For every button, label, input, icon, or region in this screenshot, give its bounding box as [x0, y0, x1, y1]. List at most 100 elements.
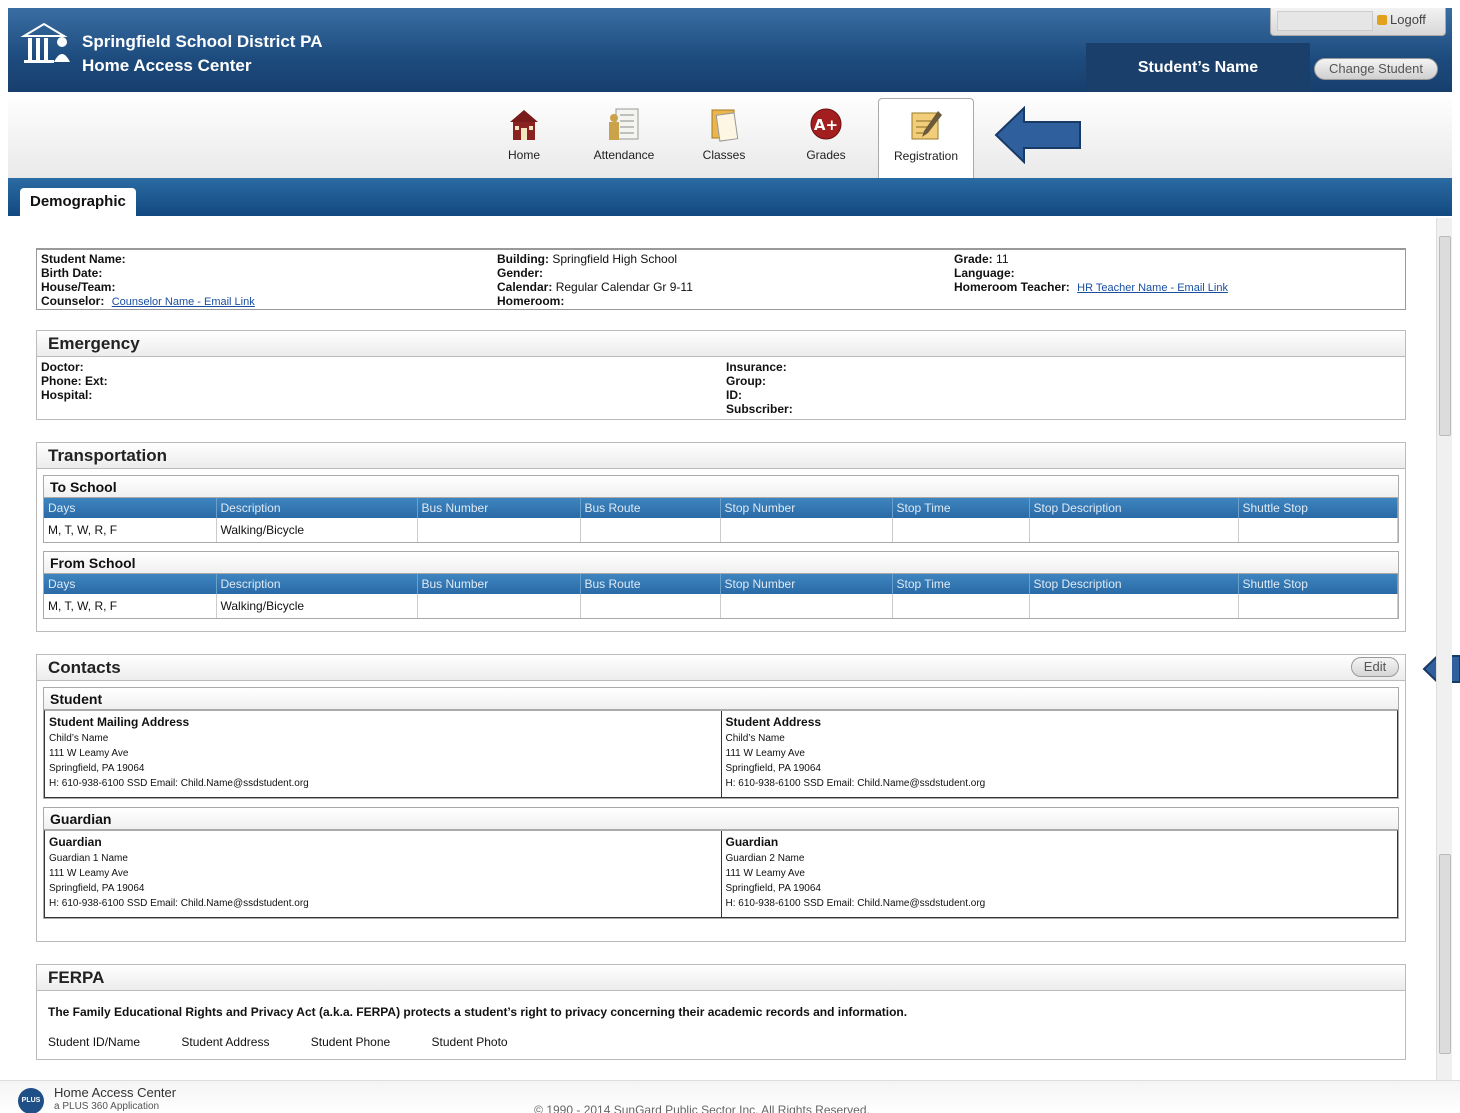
demographic-col-3: Grade: 11 Language: Homeroom Teacher: HR…	[954, 252, 1228, 295]
hr-teacher-email-link[interactable]: HR Teacher Name - Email Link	[1077, 282, 1228, 294]
cell-stop-number	[720, 518, 893, 542]
cell-bus-number	[417, 518, 581, 542]
address-contact: H: 610-938-6100 SSD Email: Child.Name@ss…	[49, 778, 309, 789]
address-street: 111 W Leamy Ave	[49, 868, 129, 879]
calendar-label: Calendar:	[497, 280, 553, 294]
col-bus-route: Bus Route	[580, 574, 721, 594]
to-school-section: To School Days Description Bus Number Bu…	[43, 475, 1399, 543]
logoff-label: Logoff	[1390, 12, 1426, 27]
change-student-button[interactable]: Change Student	[1314, 58, 1438, 80]
address-contact: H: 610-938-6100 SSD Email: Child.Name@ss…	[49, 898, 309, 909]
footer-app-name: Home Access Center	[54, 1085, 177, 1100]
cell-days: M, T, W, R, F	[44, 518, 217, 542]
table-header-row: Days Description Bus Number Bus Route St…	[44, 498, 1398, 518]
user-field	[1277, 11, 1373, 31]
copyright: © 1990 - 2014 SunGard Public Sector Inc.…	[534, 1103, 870, 1113]
table-row: M, T, W, R, F Walking/Bicycle	[44, 518, 1398, 542]
nav-home[interactable]: Home	[476, 98, 572, 170]
student-name: Student’s Name	[1086, 43, 1310, 92]
cell-shuttle-stop	[1238, 518, 1398, 542]
col-stop-description: Stop Description	[1029, 574, 1239, 594]
contacts-panel: Contacts Edit Student Student Mailing Ad…	[36, 654, 1406, 942]
ferpa-description: The Family Educational Rights and Privac…	[48, 1005, 908, 1019]
col-bus-route: Bus Route	[580, 498, 721, 518]
from-school-table: Days Description Bus Number Bus Route St…	[44, 574, 1398, 618]
gender-label: Gender:	[497, 266, 544, 280]
address-name: Guardian 1 Name	[49, 853, 128, 864]
nav-grades[interactable]: A+ Grades	[778, 98, 874, 170]
col-shuttle-stop: Shuttle Stop	[1238, 498, 1398, 518]
nav-grades-label: Grades	[806, 148, 846, 162]
ferpa-item-phone: Student Phone	[310, 1035, 391, 1049]
building-value: Springfield High School	[552, 252, 678, 266]
nav-registration[interactable]: Registration	[878, 98, 974, 178]
attendance-icon	[606, 106, 642, 142]
contacts-title: Contacts	[37, 655, 1405, 681]
address-contact: H: 610-938-6100 SSD Email: Child.Name@ss…	[725, 778, 986, 789]
edit-contacts-button[interactable]: Edit	[1351, 657, 1399, 677]
registration-icon	[908, 107, 944, 143]
main-content: Student Name: Birth Date: House/Team: Co…	[8, 218, 1436, 1080]
student-contacts-section: Student Student Mailing Address Child’s …	[43, 687, 1399, 799]
col-description: Description	[216, 498, 418, 518]
tab-bar: Demographic	[8, 178, 1452, 216]
scrollbar-thumb[interactable]	[1439, 854, 1451, 1054]
cell-stop-description	[1029, 518, 1239, 542]
transportation-title: Transportation	[37, 443, 1405, 469]
cell-days: M, T, W, R, F	[44, 594, 217, 618]
cell-stop-time	[892, 518, 1030, 542]
cell-stop-number	[720, 594, 893, 618]
tab-demographic[interactable]: Demographic	[20, 188, 136, 216]
demographic-col-2: Building: Springfield High School Gender…	[497, 252, 693, 308]
address-city: Springfield, PA 19064	[725, 883, 821, 894]
transportation-panel: Transportation To School Days Descriptio…	[36, 442, 1406, 632]
demographic-summary: Student Name: Birth Date: House/Team: Co…	[36, 248, 1406, 310]
building-label: Building:	[497, 252, 549, 266]
subscriber-label: Subscriber:	[726, 402, 793, 416]
col-stop-time: Stop Time	[892, 498, 1030, 518]
ferpa-items: Student ID/Name Student Address Student …	[48, 1035, 508, 1049]
col-bus-number: Bus Number	[417, 574, 581, 594]
house-team-label: House/Team:	[41, 280, 116, 294]
from-school-title: From School	[44, 552, 1398, 574]
from-school-section: From School Days Description Bus Number …	[43, 551, 1399, 619]
address-street: 111 W Leamy Ave	[725, 748, 806, 759]
col-stop-number: Stop Number	[720, 498, 893, 518]
emergency-col-1: Doctor: Phone: Ext: Hospital:	[41, 360, 108, 402]
left-arrow-icon	[994, 105, 1084, 167]
col-description: Description	[216, 574, 418, 594]
group-label: Group:	[726, 374, 766, 388]
district-name: Springfield School District PA	[82, 32, 323, 51]
address-street: 111 W Leamy Ave	[725, 868, 806, 879]
homeroom-label: Homeroom:	[497, 294, 565, 308]
scrollbar[interactable]	[1436, 218, 1452, 1080]
emergency-panel: Emergency Doctor: Phone: Ext: Hospital: …	[36, 330, 1406, 420]
cell-stop-time	[892, 594, 1030, 618]
address-heading: Student Mailing Address	[49, 715, 190, 729]
nav-classes[interactable]: Classes	[676, 98, 772, 170]
grades-icon: A+	[808, 106, 844, 142]
doctor-label: Doctor:	[41, 360, 84, 374]
logoff-button[interactable]: Logoff	[1377, 12, 1426, 27]
nav-attendance-label: Attendance	[593, 148, 655, 162]
calendar-value: Regular Calendar Gr 9-11	[555, 280, 693, 294]
scrollbar-thumb[interactable]	[1439, 236, 1451, 436]
student-contacts-title: Student	[44, 688, 1398, 710]
nav-attendance[interactable]: Attendance	[576, 98, 672, 170]
guardian-contacts-title: Guardian	[44, 808, 1398, 830]
phone-ext-label: Phone: Ext:	[41, 374, 108, 388]
footer: PLUS 360 Home Access Center a PLUS 360 A…	[0, 1080, 1460, 1113]
guardian-1-address: Guardian Guardian 1 Name 111 W Leamy Ave…	[45, 831, 721, 917]
hospital-label: Hospital:	[41, 388, 93, 402]
col-stop-description: Stop Description	[1029, 498, 1239, 518]
ferpa-item-student-id: Student ID/Name	[48, 1035, 141, 1049]
guardian-contacts-section: Guardian Guardian Guardian 1 Name 111 W …	[43, 807, 1399, 919]
homeroom-teacher-label: Homeroom Teacher:	[954, 280, 1070, 294]
address-city: Springfield, PA 19064	[49, 763, 145, 774]
grade-label: Grade:	[954, 252, 993, 266]
cell-bus-route	[580, 518, 721, 542]
language-label: Language:	[954, 266, 1015, 280]
counselor-email-link[interactable]: Counselor Name - Email Link	[112, 296, 255, 308]
table-header-row: Days Description Bus Number Bus Route St…	[44, 574, 1398, 594]
col-shuttle-stop: Shuttle Stop	[1238, 574, 1398, 594]
